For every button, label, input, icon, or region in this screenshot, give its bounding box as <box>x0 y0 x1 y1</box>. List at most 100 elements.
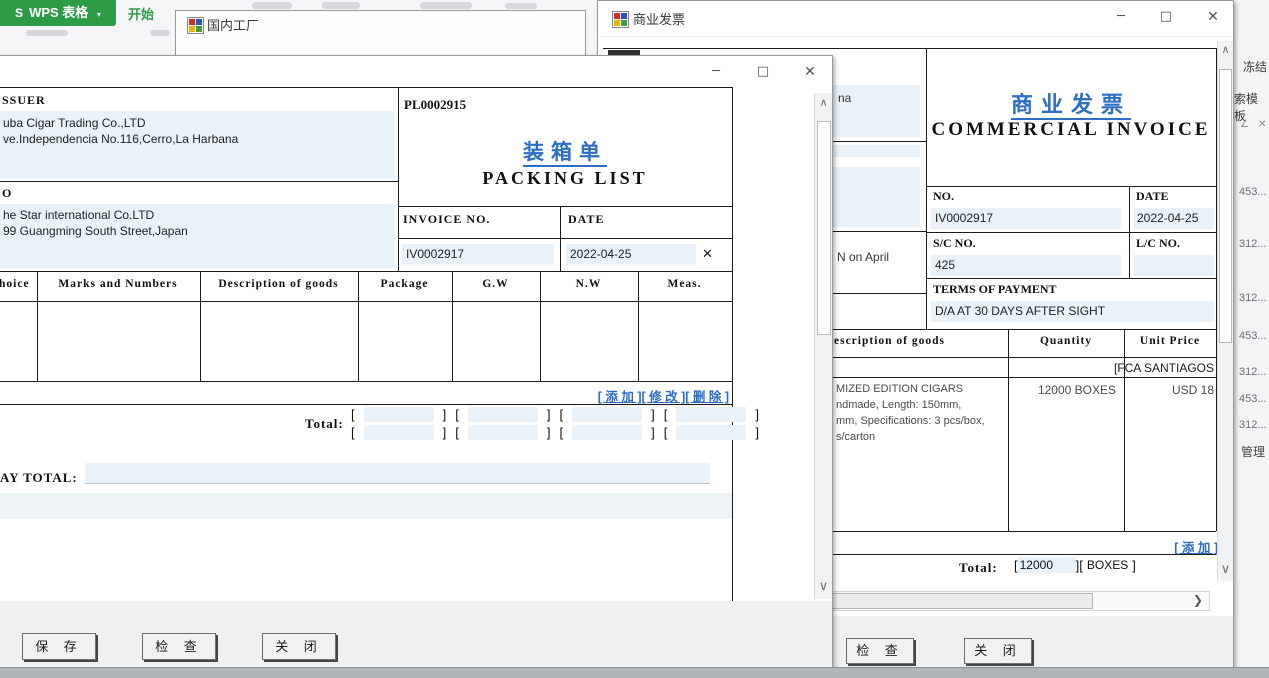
app-icon <box>612 11 629 28</box>
terms-label: TERMS OF PAYMENT <box>933 282 1057 297</box>
screen: SWPS 表格 ▾ 开始 冻结 索模板 ∠ ✕ 453... 312... 31… <box>0 0 1269 678</box>
table-border <box>358 271 359 381</box>
modify-link[interactable]: [ 修 改 ] <box>642 390 686 404</box>
no-field[interactable]: IV0002917 <box>931 208 1121 229</box>
close-button[interactable]: 关 闭 <box>262 633 336 660</box>
goods-unit-price: USD 18 <box>1124 383 1214 397</box>
scroll-right-icon[interactable]: ❯ <box>1193 593 1203 607</box>
invoice-doc-title-en: COMMERCIAL INVOICE <box>926 119 1216 141</box>
total-row: [12000][BOXES] <box>1014 557 1136 573</box>
panel-collapse-icon[interactable]: ∠ <box>1240 119 1249 130</box>
scroll-down-icon[interactable]: ∨ <box>815 579 832 594</box>
total-field[interactable] <box>572 407 642 422</box>
close-icon[interactable]: ✕ <box>1200 9 1226 25</box>
total-field[interactable] <box>468 407 538 422</box>
consignee-line1: he Star international Co.LTD <box>3 208 154 222</box>
total-field[interactable] <box>676 425 746 440</box>
scroll-up-icon[interactable]: ∧ <box>1218 43 1233 56</box>
date-field[interactable]: 2022-04-25 <box>566 244 696 265</box>
form-border <box>0 181 398 182</box>
table-border <box>1124 329 1125 531</box>
remark-text-tail: N on April <box>837 250 889 264</box>
scrollbar-thumb[interactable] <box>817 121 831 335</box>
delete-link[interactable]: [ 删 除 ] <box>685 390 729 404</box>
bracket: ] <box>443 425 447 440</box>
date-field[interactable]: 2022-04-25 <box>1134 208 1214 229</box>
ribbon-ghost <box>26 30 68 36</box>
table-border <box>452 271 453 381</box>
date-label: DATE <box>1136 189 1168 204</box>
form-border <box>398 206 732 207</box>
table-action-links: [ 添 加 ][ 修 改 ][ 删 除 ] <box>429 386 729 405</box>
consignee-field[interactable]: he Star international Co.LTD 99 Guangmin… <box>0 204 395 268</box>
form-border <box>926 232 1216 233</box>
column-header-meas: Meas. <box>638 278 731 290</box>
row-stripe <box>0 493 732 519</box>
invoice-dialog-titlebar[interactable] <box>598 1 1233 37</box>
bracket: [ <box>455 425 459 440</box>
table-border <box>540 271 541 381</box>
column-header-marks: Marks and Numbers <box>37 278 199 290</box>
date-label: DATE <box>568 212 604 227</box>
bracket: ] <box>755 407 759 422</box>
maximize-button[interactable]: □ <box>750 64 776 79</box>
sc-no-field[interactable]: 425 <box>931 255 1121 276</box>
lc-no-field[interactable] <box>1134 255 1214 276</box>
terms-field[interactable]: D/A AT 30 DAYS AFTER SIGHT <box>931 301 1214 322</box>
bracket: [ <box>455 407 459 422</box>
scroll-down-icon[interactable]: ∨ <box>1218 562 1233 577</box>
scroll-up-icon[interactable]: ∧ <box>815 96 832 109</box>
goods-desc-line: mm, Specifications: 3 pcs/box, <box>836 415 985 427</box>
panel-manage-label[interactable]: 管理 <box>1241 443 1265 460</box>
sheet-cell-fragment: 453... <box>1239 393 1267 405</box>
factory-window: 国内工厂 <box>175 10 586 59</box>
invoice-no-field[interactable]: IV0002917 <box>402 244 554 265</box>
issuer-label: SSUER <box>2 93 46 108</box>
vertical-scrollbar[interactable]: ∧ ∨ <box>814 93 832 599</box>
clear-date-icon[interactable]: ✕ <box>702 246 713 262</box>
bracket: ][ <box>1076 558 1083 573</box>
bracket: ] <box>651 407 655 422</box>
table-border <box>0 381 732 382</box>
form-border <box>926 278 1216 279</box>
tab-start[interactable]: 开始 <box>128 4 154 23</box>
minimize-button[interactable]: ─ <box>703 64 729 79</box>
column-header-description: escription of goods <box>834 335 1004 347</box>
maximize-button[interactable]: □ <box>1153 9 1179 24</box>
wps-app-name: WPS 表格 <box>29 5 88 20</box>
vertical-scrollbar[interactable]: ∧ ∨ <box>1217 41 1233 581</box>
column-header-choice: hoice <box>0 278 35 290</box>
consignee-label: O <box>2 186 11 201</box>
issuer-field[interactable]: uba Cigar Trading Co.,LTD ve.Independenc… <box>0 111 395 179</box>
goods-desc-line: ndmade, Length: 150mm, <box>836 399 961 411</box>
goods-quantity: 12000 BOXES <box>1008 383 1116 397</box>
bracket: ] <box>547 425 551 440</box>
say-total-field[interactable] <box>85 463 710 484</box>
sheet-cell-fragment: 312... <box>1239 419 1267 431</box>
minimize-button[interactable]: ─ <box>1108 9 1134 24</box>
table-border <box>0 301 732 302</box>
packing-doc-title-en: PACKING LIST <box>398 168 732 189</box>
scrollbar-thumb[interactable] <box>1219 69 1232 343</box>
total-qty-field[interactable]: 12000 <box>1018 557 1076 573</box>
panel-freeze-label[interactable]: 冻结 <box>1243 58 1267 75</box>
wps-app-button[interactable]: SWPS 表格 ▾ <box>0 0 116 26</box>
add-link[interactable]: [ 添 加 ] <box>598 390 642 404</box>
total-field[interactable] <box>468 425 538 440</box>
sheet-cell-fragment: 312... <box>1239 292 1267 304</box>
close-button[interactable]: 关 闭 <box>964 638 1032 664</box>
packing-dialog-footer <box>0 601 832 672</box>
check-button[interactable]: 检 查 <box>142 633 216 660</box>
total-field[interactable] <box>364 425 434 440</box>
ribbon-ghost <box>322 2 360 9</box>
save-button[interactable]: 保 存 <box>22 633 96 660</box>
table-border <box>638 271 639 381</box>
total-field[interactable] <box>572 425 642 440</box>
total-field[interactable] <box>676 407 746 422</box>
close-icon[interactable]: ✕ <box>797 64 823 80</box>
packing-dialog: ─ □ ✕ SSUER uba Cigar Trading Co.,LTD ve… <box>0 55 833 673</box>
no-label: NO. <box>933 189 954 204</box>
check-button[interactable]: 检 查 <box>846 638 914 664</box>
panel-close-icon[interactable]: ✕ <box>1258 119 1266 130</box>
total-field[interactable] <box>364 407 434 422</box>
